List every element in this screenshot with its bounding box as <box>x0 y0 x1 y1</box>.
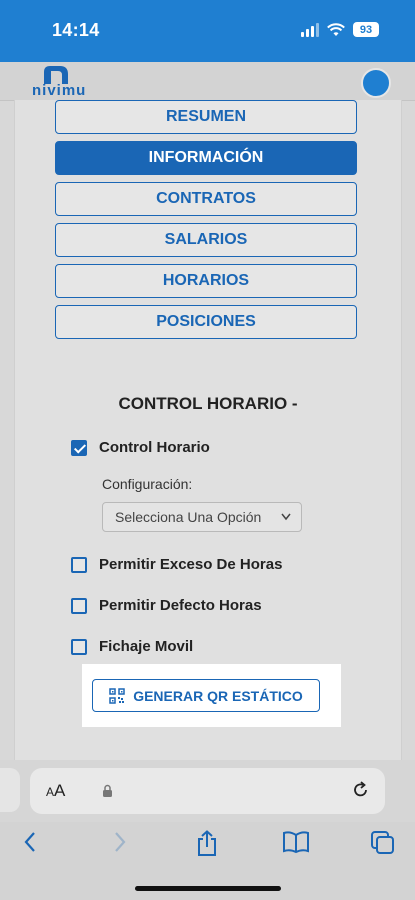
wifi-icon <box>327 22 345 36</box>
configuracion-label: Configuración: <box>102 476 193 492</box>
defecto-horas-checkbox[interactable] <box>71 597 87 614</box>
back-icon[interactable] <box>22 830 38 861</box>
fichaje-movil-row[interactable]: Fichaje Movil <box>71 638 193 655</box>
tab-horarios[interactable]: HORARIOS <box>55 264 357 298</box>
qr-code-icon <box>109 687 125 704</box>
tabs-icon[interactable] <box>370 830 396 863</box>
logo-text: nivimu <box>32 82 87 99</box>
defecto-horas-row[interactable]: Permitir Defecto Horas <box>71 597 262 614</box>
tab-salarios[interactable]: SALARIOS <box>55 223 357 257</box>
nivimu-logo[interactable]: nivimu <box>32 64 88 99</box>
configuracion-select[interactable]: Selecciona Una Opción <box>102 502 302 532</box>
qr-button-label: GENERAR QR ESTÁTICO <box>133 687 303 704</box>
main-panel: RESUMEN INFORMACIÓN CONTRATOS SALARIOS H… <box>14 100 402 760</box>
bookmarks-icon[interactable] <box>282 830 310 861</box>
tab-contratos[interactable]: CONTRATOS <box>55 182 357 216</box>
tab-posiciones[interactable]: POSICIONES <box>55 305 357 339</box>
chevron-down-icon <box>281 503 291 541</box>
status-icons: 93 <box>301 22 379 37</box>
status-bar: 14:14 93 <box>0 0 415 62</box>
signal-icon <box>301 22 319 37</box>
exceso-horas-row[interactable]: Permitir Exceso De Horas <box>71 556 282 573</box>
user-avatar[interactable] <box>361 68 391 98</box>
logo-mark-icon <box>44 66 68 84</box>
lock-icon <box>103 784 112 797</box>
fichaje-movil-checkbox[interactable] <box>71 638 87 655</box>
battery-indicator: 93 <box>353 22 379 37</box>
control-horario-checkbox[interactable] <box>71 439 87 456</box>
qr-highlight-area: GENERAR QR ESTÁTICO <box>82 664 341 727</box>
exceso-horas-label: Permitir Exceso De Horas <box>99 556 283 573</box>
browser-url-area: AA <box>0 760 415 822</box>
forward-icon[interactable] <box>112 830 128 861</box>
tab-resumen[interactable]: RESUMEN <box>55 100 357 134</box>
select-value: Selecciona Una Opción <box>115 509 262 525</box>
status-time: 14:14 <box>52 20 100 40</box>
defecto-horas-label: Permitir Defecto Horas <box>99 597 262 614</box>
fichaje-movil-label: Fichaje Movil <box>99 638 194 655</box>
address-bar[interactable]: AA <box>30 768 385 814</box>
previous-tab-pill[interactable] <box>0 768 20 812</box>
control-horario-label: Control Horario <box>99 439 210 456</box>
reload-icon[interactable] <box>351 780 371 806</box>
control-horario-row[interactable]: Control Horario <box>71 439 210 456</box>
home-indicator <box>135 886 281 891</box>
section-tabs: RESUMEN INFORMACIÓN CONTRATOS SALARIOS H… <box>55 100 357 346</box>
generate-qr-button[interactable]: GENERAR QR ESTÁTICO <box>92 679 320 712</box>
share-icon[interactable] <box>196 830 218 863</box>
section-title: CONTROL HORARIO - <box>118 394 298 413</box>
text-size-button[interactable]: AA <box>46 781 65 801</box>
exceso-horas-checkbox[interactable] <box>71 556 87 573</box>
tab-informacion[interactable]: INFORMACIÓN <box>55 141 357 175</box>
app-header: nivimu <box>0 62 415 101</box>
